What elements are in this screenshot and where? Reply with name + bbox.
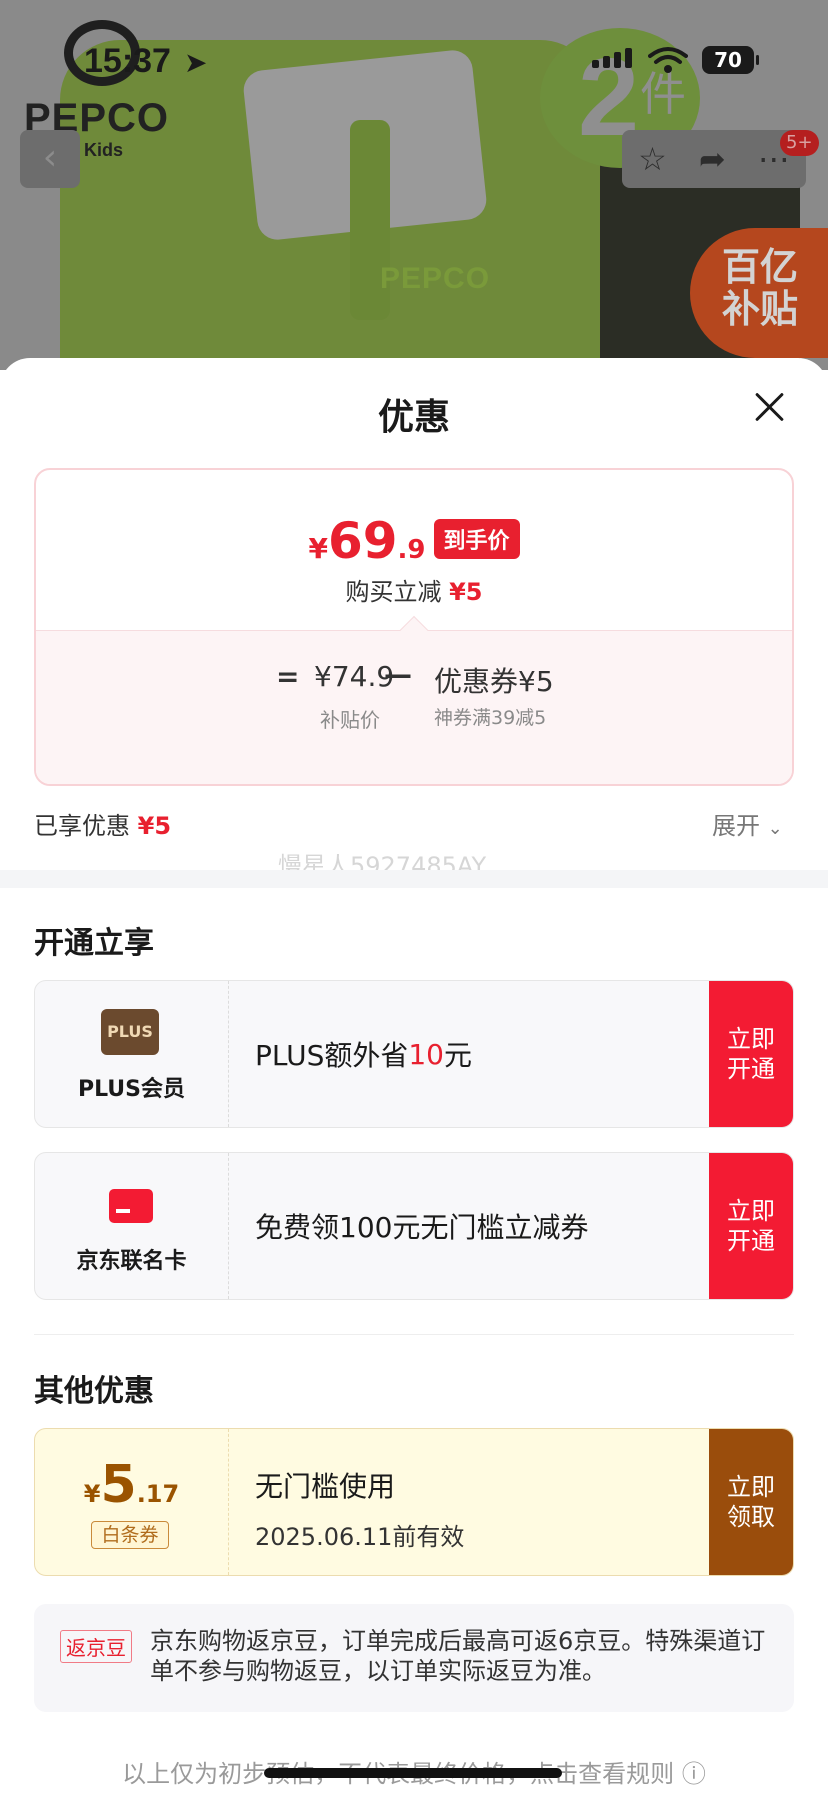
baitiao-coupon[interactable]: ¥5.17 白条券 无门槛使用 2025.06.11前有效 立即 领取	[34, 1428, 794, 1576]
final-price-currency: ¥	[308, 532, 328, 565]
plus-card-left: PLUS PLUS会员	[35, 981, 229, 1127]
plus-text-highlight: 10	[408, 1037, 444, 1071]
subsidy-badge: 百亿 补贴	[690, 228, 828, 358]
coupon-desc: 神券满39减5	[434, 707, 547, 729]
card-icon	[109, 1189, 153, 1223]
baitiao-dec: .17	[136, 1480, 180, 1508]
baitiao-type: 白条券	[91, 1521, 169, 1549]
chevron-down-icon: ⌄	[767, 818, 783, 839]
enjoyed-discount: 已享优惠 ¥5	[34, 806, 171, 841]
enjoyed-label: 已享优惠	[34, 812, 130, 840]
nav-actions: ☆ ➦ ⋯	[622, 130, 806, 188]
price-breakdown-lower	[36, 630, 792, 784]
bean-notice: 返京豆 京东购物返京豆，订单完成后最高可返6京豆。特殊渠道订单不参与购物返豆，以…	[34, 1604, 794, 1712]
claim-button[interactable]: 立即 领取	[709, 1429, 793, 1575]
expand-label: 展开	[712, 812, 760, 840]
baitiao-title: 无门槛使用	[255, 1470, 396, 1503]
baitiao-int: 5	[100, 1455, 137, 1515]
star-icon[interactable]: ☆	[638, 140, 667, 178]
location-arrow-icon: ➤	[184, 46, 208, 79]
status-time: 15:37	[84, 42, 171, 80]
discount-sheet: 优惠 ¥69.9 到手价 购买立减 ¥5 = ¥74.9 补贴价 — 优惠券¥5 …	[0, 358, 828, 1796]
section-divider	[0, 870, 828, 888]
bean-tag: 返京豆	[60, 1630, 132, 1663]
jd-card-label: 京东联名卡	[76, 1249, 187, 1274]
equals-sign: =	[276, 660, 300, 693]
instant-discount: 购买立减 ¥5	[36, 572, 792, 607]
info-icon[interactable]: ⓘ	[682, 1760, 706, 1788]
baitiao-coupon-left: ¥5.17 白条券	[35, 1429, 229, 1575]
enjoyed-value: ¥5	[137, 812, 172, 840]
plus-badge: PLUS	[101, 1009, 159, 1055]
plus-open-button[interactable]: 立即 开通	[709, 981, 793, 1127]
minus-sign: —	[384, 658, 412, 691]
final-price-dec: .9	[397, 535, 426, 565]
share-icon[interactable]: ➦	[699, 140, 726, 178]
expand-button[interactable]: 展开 ⌄	[712, 806, 783, 841]
final-price: ¥69.9 到手价	[36, 512, 792, 570]
jd-card[interactable]: 京东联名卡 免费领100元无门槛立减券 立即 开通	[34, 1152, 794, 1300]
message-count-badge: 5+	[780, 130, 819, 156]
sheet-title: 优惠	[377, 397, 450, 438]
open-section-title: 开通立享	[34, 926, 154, 961]
final-price-int: 69	[327, 512, 398, 570]
baitiao-amount: ¥5.17	[35, 1455, 228, 1515]
jd-card-left: 京东联名卡	[35, 1153, 229, 1299]
coupon-value: 优惠券¥5	[434, 665, 554, 698]
thin-divider	[34, 1334, 794, 1335]
price-breakdown: ¥69.9 到手价 购买立减 ¥5 = ¥74.9 补贴价 — 优惠券¥5 神券满…	[34, 468, 794, 786]
close-icon[interactable]	[750, 388, 790, 428]
final-price-tag: 到手价	[433, 519, 520, 559]
plus-text-post: 元	[444, 1039, 473, 1072]
brand-sub: Kids	[84, 140, 124, 160]
home-indicator	[264, 1768, 562, 1778]
wifi-icon	[648, 47, 688, 73]
baitiao-expiry: 2025.06.11前有效	[255, 1523, 465, 1551]
plus-text-pre: PLUS额外省	[255, 1039, 409, 1072]
instant-discount-value: ¥5	[449, 578, 483, 606]
plus-card-label: PLUS会员	[77, 1077, 186, 1102]
status-bar: 15:37 ➤ 70	[0, 0, 828, 110]
plus-card-text: PLUS额外省 10 元	[255, 981, 472, 1127]
claim-button-label: 立即 领取	[727, 1473, 775, 1531]
back-icon[interactable]: ‹	[20, 130, 80, 188]
plus-card[interactable]: PLUS PLUS会员 PLUS额外省 10 元 立即 开通	[34, 980, 794, 1128]
bean-text: 京东购物返京豆，订单完成后最高可返6京豆。特殊渠道订单不参与购物返豆，以订单实际…	[150, 1627, 766, 1685]
jd-card-text: 免费领100元无门槛立减券	[255, 1211, 589, 1244]
subsidy-price: ¥74.9	[314, 660, 395, 693]
other-section-title: 其他优惠	[34, 1374, 154, 1409]
shirt-logo: PEPCO	[380, 262, 491, 295]
instant-discount-label: 购买立减	[345, 578, 442, 606]
subsidy-price-label: 补贴价	[320, 708, 380, 732]
baitiao-currency: ¥	[83, 1480, 101, 1508]
battery-icon: 70	[702, 46, 759, 74]
jd-card-open-button[interactable]: 立即 开通	[709, 1153, 793, 1299]
signal-icon	[592, 48, 632, 68]
